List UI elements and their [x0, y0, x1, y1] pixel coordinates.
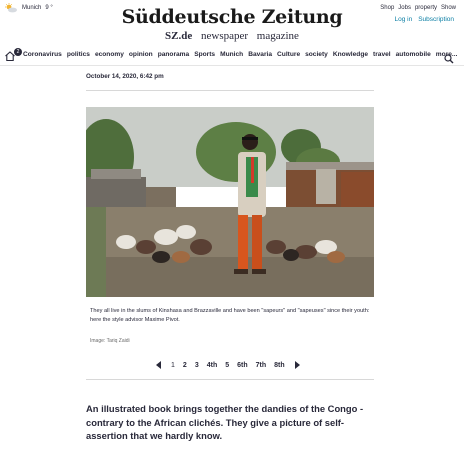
page-link-1[interactable]: 1	[171, 362, 175, 369]
service-links: Shop Jobs property Show	[380, 5, 456, 11]
divider	[86, 90, 374, 91]
property-link[interactable]: property	[415, 5, 437, 11]
nav-item-culture[interactable]: Culture	[277, 51, 300, 58]
page-link-7[interactable]: 7th	[256, 362, 267, 369]
subscription-link[interactable]: Subscription	[418, 16, 454, 23]
shop-link[interactable]: Shop	[380, 5, 394, 11]
home-icon[interactable]: 2	[4, 48, 22, 62]
nav-item-sports[interactable]: Sports	[194, 51, 215, 58]
photo-caption: They all live in the slums of Kinshasa a…	[90, 308, 370, 323]
page-link-4[interactable]: 4th	[207, 362, 218, 369]
publication-nav: SZ.de newspaper magazine	[0, 30, 464, 42]
main-nav: 2 Coronavirus politics economy opinion p…	[0, 46, 464, 66]
nav-item-munich[interactable]: Munich	[220, 51, 243, 58]
article-date: October 14, 2020, 6:42 pm	[86, 73, 164, 80]
search-icon[interactable]	[444, 51, 454, 64]
nav-item-bavaria[interactable]: Bavaria	[248, 51, 272, 58]
nav-item-politics[interactable]: politics	[67, 51, 90, 58]
photo-credit: Image: Tariq Zaidi	[90, 338, 130, 344]
divider	[86, 379, 374, 380]
page-link-5[interactable]: 5	[225, 362, 229, 369]
login-link[interactable]: Log in	[395, 16, 413, 23]
sz-de-link[interactable]: SZ.de	[165, 30, 192, 42]
page-link-6[interactable]: 6th	[237, 362, 248, 369]
nav-item-automobile[interactable]: automobile	[396, 51, 431, 58]
page-link-8[interactable]: 8th	[274, 362, 285, 369]
page-link-3[interactable]: 3	[195, 362, 199, 369]
newspaper-link[interactable]: newspaper	[201, 30, 248, 42]
nav-item-coronavirus[interactable]: Coronavirus	[23, 51, 62, 58]
gallery-pagination: 1 2 3 4th 5 6th 7th 8th	[155, 361, 301, 369]
notification-badge: 2	[14, 48, 22, 56]
account-links: Log in Subscription	[395, 16, 455, 23]
nav-item-knowledge[interactable]: Knowledge	[333, 51, 368, 58]
article-lead: An illustrated book brings together the …	[86, 403, 364, 442]
magazine-link[interactable]: magazine	[257, 30, 299, 42]
page-link-2[interactable]: 2	[183, 362, 187, 369]
nav-item-opinion[interactable]: opinion	[129, 51, 153, 58]
nav-item-travel[interactable]: travel	[373, 51, 391, 58]
top-bar: Munich 9 ° Süddeutsche Zeitung SZ.de new…	[0, 0, 464, 46]
article-photo[interactable]	[86, 107, 374, 297]
nav-items: Coronavirus politics economy opinion pan…	[23, 51, 457, 58]
jobs-link[interactable]: Jobs	[398, 5, 411, 11]
next-arrow-icon[interactable]	[293, 361, 301, 369]
nav-item-society[interactable]: society	[305, 51, 328, 58]
show-link[interactable]: Show	[441, 5, 456, 11]
nav-item-economy[interactable]: economy	[95, 51, 124, 58]
nav-item-panorama[interactable]: panorama	[158, 51, 190, 58]
prev-arrow-icon[interactable]	[155, 361, 163, 369]
